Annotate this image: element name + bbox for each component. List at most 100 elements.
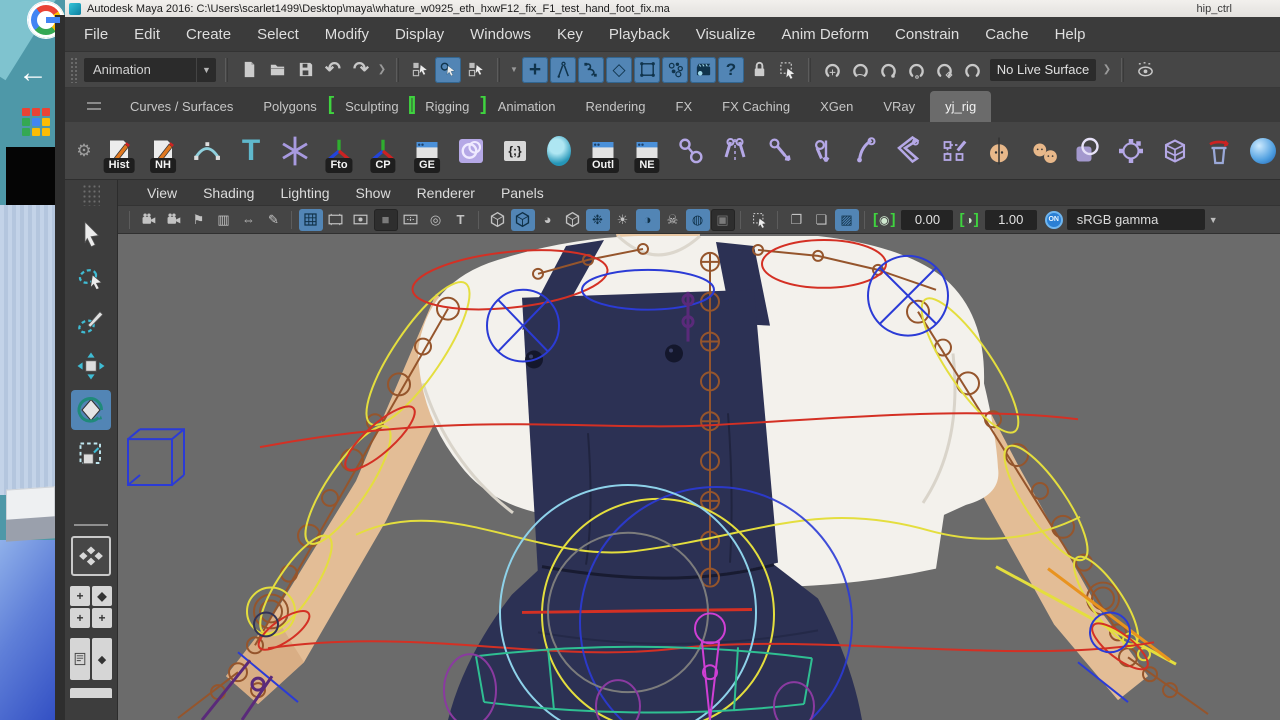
toolbar-collapse-arrow[interactable]: ❯ — [1101, 57, 1113, 83]
menu-select[interactable]: Select — [244, 22, 312, 47]
panel-menu-renderer[interactable]: Renderer — [404, 182, 488, 204]
snap-to-grid-button[interactable]: + — [522, 57, 548, 83]
shelf-button-star[interactable] — [275, 128, 315, 174]
shelf-button-sets[interactable] — [451, 128, 491, 174]
snap-to-viewplane-button[interactable] — [634, 57, 660, 83]
shelf-button-ellipse[interactable] — [539, 128, 579, 174]
layout-four-view-button[interactable] — [71, 536, 111, 576]
shelf-tab-vray[interactable]: VRay — [868, 91, 930, 122]
field-chart-button[interactable] — [399, 209, 423, 231]
select-hierarchy-button[interactable] — [407, 57, 433, 83]
panel-menu-shading[interactable]: Shading — [190, 182, 267, 204]
save-scene-button[interactable] — [292, 57, 318, 83]
shelf-button-lattice[interactable] — [1067, 128, 1107, 174]
shelf-button-copy-skin-weights[interactable] — [1023, 128, 1063, 174]
rotate-tool[interactable] — [71, 390, 111, 430]
ssao-button[interactable]: ❉ — [586, 209, 610, 231]
lock-selection-button[interactable] — [746, 57, 772, 83]
shelf-button-ik-spline[interactable] — [891, 128, 931, 174]
menu-visualize[interactable]: Visualize — [683, 22, 769, 47]
shelf-tab-rigging[interactable]: Rigging — [410, 91, 484, 122]
new-scene-button[interactable] — [236, 57, 262, 83]
color-management-toggle[interactable]: ON — [1045, 211, 1063, 229]
shelf-button-node-editor[interactable]: NE — [627, 128, 667, 174]
lights-button[interactable]: ☀ — [611, 209, 635, 231]
shelf-tabs-grip[interactable] — [87, 102, 101, 110]
make-live-clapper-button[interactable] — [690, 57, 716, 83]
shelf-button-bind-skin[interactable] — [935, 128, 975, 174]
bookmark-button[interactable]: ⚑ — [187, 209, 211, 231]
pan-zoom-button[interactable]: ⇔ — [237, 209, 261, 231]
safe-action-button[interactable]: ◎ — [424, 209, 448, 231]
layout-partial-button[interactable] — [70, 688, 112, 698]
menu-file[interactable]: File — [71, 22, 121, 47]
menu-modify[interactable]: Modify — [312, 22, 382, 47]
smooth-shade-button[interactable] — [511, 209, 535, 231]
exposure-field[interactable]: 0.00 — [901, 210, 953, 230]
menu-create[interactable]: Create — [173, 22, 244, 47]
shelf-button-cluster[interactable] — [1111, 128, 1151, 174]
camera-attributes-button[interactable] — [162, 209, 186, 231]
scale-tool[interactable] — [71, 434, 111, 474]
construction-history-button[interactable] — [931, 57, 957, 83]
xray-joints-button[interactable]: ◍ — [686, 209, 710, 231]
isolate-select-button[interactable] — [748, 209, 772, 231]
grease-pencil-button[interactable]: ✎ — [262, 209, 286, 231]
menu-anim-deform[interactable]: Anim Deform — [769, 22, 883, 47]
image-plane-button[interactable]: ▥ — [212, 209, 236, 231]
shelf-button-mirror-joint[interactable] — [715, 128, 755, 174]
layout-persp-button[interactable]: ◆ — [92, 638, 112, 680]
shelf-tab-rendering[interactable]: Rendering — [571, 91, 661, 122]
shelf-button-text[interactable]: T — [231, 128, 271, 174]
shelf-button-ik-handle[interactable] — [759, 128, 799, 174]
output-connections-button[interactable] — [903, 57, 929, 83]
shelf-button-paint-weights[interactable] — [1243, 128, 1280, 174]
layout-split-2-button[interactable]: + — [92, 608, 112, 628]
menu-constrain[interactable]: Constrain — [882, 22, 972, 47]
shelf-tab-yj-rig[interactable]: yj_rig — [930, 91, 991, 122]
panel-menu-lighting[interactable]: Lighting — [267, 182, 342, 204]
shelf-button-mirror-skin-weights[interactable] — [979, 128, 1019, 174]
snap-to-curve-button[interactable] — [550, 57, 576, 83]
snap-group-arrow[interactable]: ▼ — [508, 57, 520, 83]
open-scene-button[interactable] — [264, 57, 290, 83]
visibility-eye-icon[interactable] — [1132, 57, 1158, 83]
half-shade-button[interactable]: ◕ — [536, 209, 560, 231]
viewport-3d[interactable] — [118, 234, 1280, 720]
shelf-button-script[interactable]: {;} — [495, 128, 535, 174]
shelf-button-outliner[interactable]: Outl — [583, 128, 623, 174]
select-object-button[interactable] — [435, 57, 461, 83]
menu-key[interactable]: Key — [544, 22, 596, 47]
snap-to-path-button[interactable] — [578, 57, 604, 83]
panel-menu-show[interactable]: Show — [343, 182, 404, 204]
layout-outliner-button[interactable] — [70, 638, 90, 680]
panel-menu-view[interactable]: View — [134, 182, 190, 204]
camera-lock-button[interactable]: ▣ — [711, 209, 735, 231]
layer-stack-button[interactable]: ❐ — [785, 209, 809, 231]
input-connections-button[interactable] — [819, 57, 845, 83]
live-surface-magnet-button[interactable] — [959, 57, 985, 83]
group-collapse-arrow[interactable]: ❯ — [376, 57, 388, 83]
shelf-button-ge[interactable]: GE — [407, 128, 447, 174]
input-curve-button[interactable] — [847, 57, 873, 83]
google-apps-grid-icon[interactable] — [22, 108, 52, 138]
layout-split-button[interactable]: + — [70, 608, 90, 628]
select-component-button[interactable] — [463, 57, 489, 83]
layout-single-persp-button[interactable]: + — [70, 586, 90, 606]
toolbar-grip[interactable] — [70, 57, 79, 83]
film-gate-button[interactable] — [324, 209, 348, 231]
shelf-tab-polygons[interactable]: Polygons — [248, 91, 331, 122]
shelf-button-nh[interactable]: NH — [143, 128, 183, 174]
undo-button[interactable]: ↶ — [320, 57, 346, 83]
select-camera-button[interactable] — [137, 209, 161, 231]
live-surface-field[interactable]: No Live Surface — [990, 59, 1096, 81]
snap-to-center-button[interactable] — [662, 57, 688, 83]
shelf-button-bend-joint[interactable] — [847, 128, 887, 174]
safe-title-button[interactable]: T — [449, 209, 473, 231]
colorspace-dropdown[interactable]: sRGB gamma — [1067, 209, 1205, 230]
menu-windows[interactable]: Windows — [457, 22, 544, 47]
shelf-button-cp[interactable]: CP — [363, 128, 403, 174]
layout-persp-outliner-button[interactable]: ◆ — [92, 586, 112, 606]
highlight-selection-button[interactable] — [774, 57, 800, 83]
input-point-button[interactable] — [875, 57, 901, 83]
